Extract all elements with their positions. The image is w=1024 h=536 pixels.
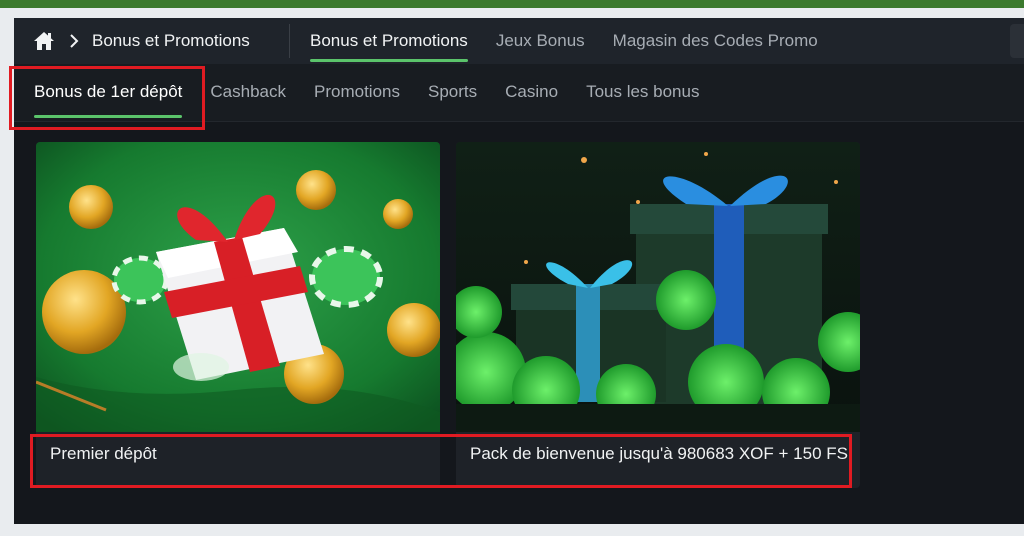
two-gift-boxes-green-smoke-illustration <box>456 142 860 432</box>
tab-bonus-et-promotions[interactable]: Bonus et Promotions <box>310 18 468 64</box>
top-accent-strip <box>0 0 1024 8</box>
gift-box-with-coins-illustration <box>36 142 440 432</box>
header-divider <box>289 24 290 58</box>
header-tabs: Bonus et Promotions Jeux Bonus Magasin d… <box>310 18 818 64</box>
tab-jeux-bonus[interactable]: Jeux Bonus <box>496 18 585 64</box>
chevron-right-icon <box>68 34 80 48</box>
tab-cashback[interactable]: Cashback <box>210 64 286 122</box>
bonus-card-pack-bienvenue[interactable]: Pack de bienvenue jusqu'à 980683 XOF + 1… <box>456 142 860 488</box>
category-tab-bar: Bonus de 1er dépôt Cashback Promotions S… <box>14 64 1024 122</box>
tab-bonus-1er-depot[interactable]: Bonus de 1er dépôt <box>34 64 183 122</box>
home-icon[interactable] <box>32 29 56 53</box>
tab-sports[interactable]: Sports <box>428 64 477 122</box>
card-title: Pack de bienvenue jusqu'à 980683 XOF + 1… <box>470 444 848 463</box>
breadcrumb: Bonus et Promotions <box>32 18 250 64</box>
tab-tous-les-bonus[interactable]: Tous les bonus <box>586 64 699 122</box>
card-title: Premier dépôt <box>50 444 157 463</box>
tab-casino[interactable]: Casino <box>505 64 558 122</box>
breadcrumb-current: Bonus et Promotions <box>92 31 250 50</box>
tab-magasin-codes-promo[interactable]: Magasin des Codes Promo <box>613 18 818 64</box>
category-tabs: Bonus de 1er dépôt Cashback Promotions S… <box>34 64 699 122</box>
tab-promotions[interactable]: Promotions <box>314 64 400 122</box>
bonus-card-premier-depot[interactable]: Premier dépôt <box>36 142 440 488</box>
header-overflow-edge <box>1010 24 1024 58</box>
header-bar: Bonus et Promotions Bonus et Promotions … <box>14 18 1024 64</box>
